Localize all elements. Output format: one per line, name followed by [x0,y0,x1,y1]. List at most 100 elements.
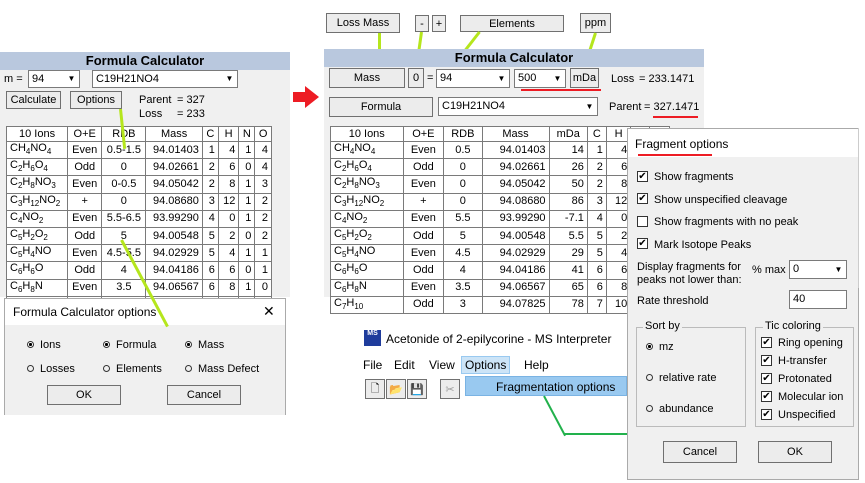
table-cell: 14 [548,140,588,160]
checkbox-icon[interactable]: ✔ [637,170,648,182]
table-cell: 1 [238,209,256,228]
table-cell: 94.02661 [145,158,203,177]
chevron-down-icon[interactable]: ▼ [831,261,846,278]
checkbox-option[interactable]: Show fragments with no peak [637,215,798,228]
tic-checkbox-option[interactable]: ✔ Protonated [761,372,832,385]
mda-button[interactable]: mDa [570,68,599,88]
menu-view[interactable]: View [429,358,455,372]
chevron-down-icon[interactable]: ▼ [494,70,509,87]
table-row: C6H6OOdd494.04186416601 [330,261,670,280]
cancel-button[interactable]: Cancel [167,385,241,405]
sort-radio-option[interactable]: abundance [646,403,713,415]
tic-checkbox-option[interactable]: ✔ H-transfer [761,354,827,367]
save-icon[interactable]: 💾 [407,379,427,399]
radio-option[interactable]: Ions [27,339,61,351]
radio-icon[interactable] [646,342,653,350]
plus-button[interactable]: + [432,15,446,32]
frag-dialog-title: Fragment options [635,137,729,151]
options-button[interactable]: Options [70,91,122,109]
formula-button[interactable]: Formula [329,97,433,117]
table-cell: Odd [67,158,103,177]
menu-help[interactable]: Help [524,358,549,372]
radio-option[interactable]: Mass Defect [185,363,259,375]
table-cell: 94.02929 [145,244,203,263]
radio-icon[interactable] [185,340,192,348]
radio-option[interactable]: Formula [103,339,156,351]
close-icon[interactable]: ✕ [263,303,275,320]
tic-checkbox-option[interactable]: ✔ Ring opening [761,336,843,349]
checkbox-icon[interactable]: ✔ [637,238,648,250]
radio-icon[interactable] [103,340,110,348]
chevron-down-icon[interactable]: ▼ [222,71,237,87]
table-cell: 4 [217,140,240,160]
checkbox-icon[interactable]: ✔ [761,336,772,348]
menu-edit[interactable]: Edit [394,358,415,372]
radio-icon[interactable] [646,404,653,412]
tic-checkbox-option[interactable]: ✔ Molecular ion [761,390,843,403]
table-cell: 5.5 [443,209,483,228]
tolerance-select[interactable]: 500 ▼ [514,69,566,88]
radio-label: Losses [40,363,75,375]
loss-mass-button[interactable]: Loss Mass [326,13,400,33]
radio-icon[interactable] [103,364,110,372]
chevron-down-icon[interactable]: ▼ [582,98,597,115]
checkbox-icon[interactable]: ✔ [761,408,772,420]
radio-option[interactable]: Losses [27,363,75,375]
checkbox-option[interactable]: ✔ Show unspecified cleavage [637,193,787,206]
connector-line [565,433,631,435]
chevron-down-icon[interactable]: ▼ [64,71,79,87]
radio-option[interactable]: Mass [185,339,224,351]
new-file-icon[interactable]: 🗋 [365,379,385,399]
table-cell: 93.99290 [145,209,203,228]
cut-icon[interactable]: ✂ [440,379,460,399]
menu-options[interactable]: Options [461,356,511,374]
rate-threshold-input[interactable]: 40 [789,290,847,309]
checkbox-icon[interactable]: ✔ [761,354,772,366]
m-value-select[interactable]: 94 ▼ [28,70,80,88]
left-col-header: N [238,126,256,142]
pct-max-value: 0 [793,263,800,275]
checkbox-icon[interactable]: ✔ [637,193,648,205]
formula-select[interactable]: C19H21NO4 ▼ [92,70,238,88]
checkbox-icon[interactable]: ✔ [761,390,772,402]
zero-button[interactable]: 0 [408,68,424,88]
table-row: C2H8NO3 Even 0-0.5 94.05042 2 8 1 3 [5,175,272,194]
table-cell: C3H12NO2 [330,192,404,211]
elements-button[interactable]: Elements [460,15,564,32]
mass-button[interactable]: Mass [329,68,405,88]
mid-formula-select[interactable]: C19H21NO4 ▼ [438,97,598,116]
sort-radio-option[interactable]: relative rate [646,372,716,384]
table-cell: 1 [238,175,256,194]
checkbox-icon[interactable]: ✔ [761,372,772,384]
cancel-button[interactable]: Cancel [663,441,737,463]
tic-checkbox-option[interactable]: ✔ Unspecified [761,408,835,421]
sort-by-title: Sort by [643,320,682,332]
table-cell: 0 [238,226,256,246]
sort-radio-option[interactable]: mz [646,341,674,353]
ok-button[interactable]: OK [758,441,832,463]
radio-icon[interactable] [27,340,34,348]
radio-icon[interactable] [185,364,192,372]
fragmentation-options-menuitem[interactable]: Fragmentation options [465,376,627,396]
pct-max-select[interactable]: 0 ▼ [789,260,847,279]
table-cell: 1 [238,192,256,211]
radio-option[interactable]: Elements [103,363,162,375]
open-folder-icon[interactable]: 📂 [386,379,406,399]
radio-icon[interactable] [646,373,653,381]
table-row: C7H10Odd394.078257871000 [330,295,670,314]
ok-button[interactable]: OK [47,385,121,405]
ppm-button[interactable]: ppm [580,13,611,33]
chevron-down-icon[interactable]: ▼ [550,70,565,87]
radio-icon[interactable] [27,364,34,372]
menu-file[interactable]: File [363,358,382,372]
checkbox-icon[interactable] [637,215,648,227]
minus-button[interactable]: - [415,15,429,32]
table-cell: 94.00548 [481,226,550,246]
checkbox-option[interactable]: ✔ Show fragments [637,170,733,183]
checkbox-option[interactable]: ✔ Mark Isotope Peaks [637,238,751,251]
mass-value-select[interactable]: 94 ▼ [436,69,510,88]
calculate-button[interactable]: Calculate [6,91,61,109]
radio-label: Elements [116,363,162,375]
table-row: C6H8NEven3.594.06567656810 [330,278,670,297]
table-row: C6H8N Even 3.5 94.06567 6 8 1 0 [5,278,272,297]
